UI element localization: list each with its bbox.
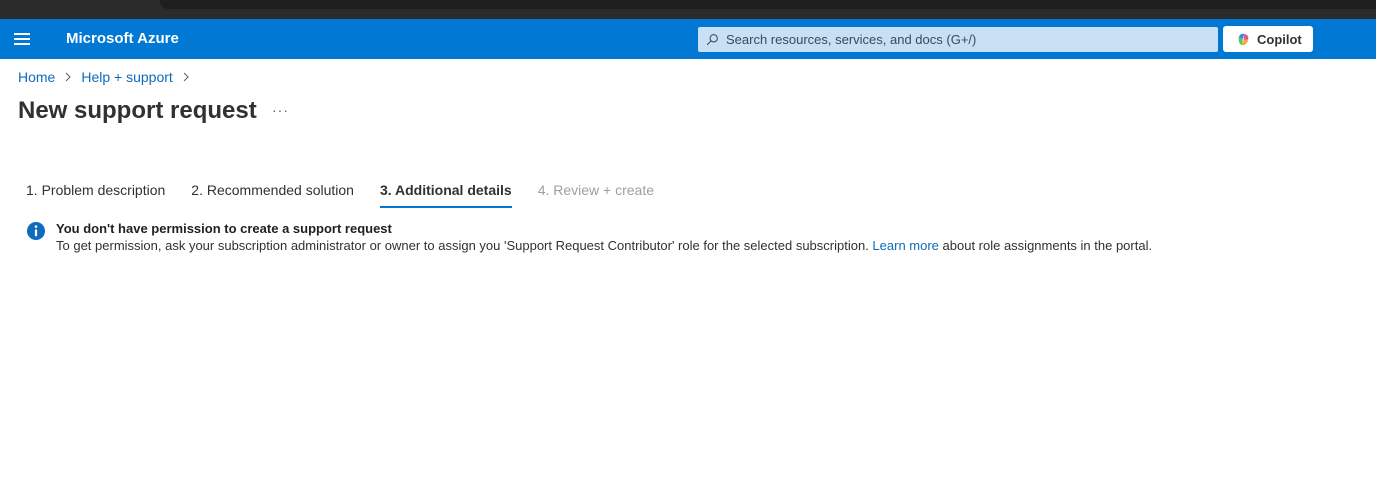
notice-body-text: To get permission, ask your subscription…: [56, 238, 873, 253]
page-title: New support request: [18, 97, 257, 124]
notice-heading: You don't have permission to create a su…: [56, 221, 392, 236]
wizard-tabs: 1. Problem description 2. Recommended so…: [26, 181, 680, 208]
tab-recommended-solution[interactable]: 2. Recommended solution: [191, 181, 354, 208]
chevron-right-icon: [183, 72, 189, 82]
breadcrumb-home[interactable]: Home: [18, 69, 55, 85]
browser-chrome-strip: [0, 0, 1376, 19]
info-icon: [27, 222, 45, 240]
azure-topbar: Microsoft Azure Copilot: [0, 19, 1376, 59]
search-input[interactable]: [726, 27, 1206, 52]
copilot-button[interactable]: Copilot: [1223, 26, 1313, 52]
global-search[interactable]: [698, 27, 1218, 52]
menu-icon[interactable]: [14, 31, 30, 47]
brand-title[interactable]: Microsoft Azure: [66, 30, 179, 48]
search-icon: [706, 34, 718, 46]
notice-body: To get permission, ask your subscription…: [56, 237, 1152, 254]
breadcrumb: Home Help + support: [18, 69, 199, 85]
tab-problem-description[interactable]: 1. Problem description: [26, 181, 165, 208]
tab-additional-details[interactable]: 3. Additional details: [379, 181, 512, 208]
notice-body-text-end: about role assignments in the portal.: [938, 238, 1153, 253]
more-options-button[interactable]: ···: [272, 102, 289, 118]
permission-notice: You don't have permission to create a su…: [26, 221, 1152, 254]
tab-review-create: 4. Review + create: [537, 182, 655, 198]
chevron-right-icon: [66, 72, 72, 82]
copilot-label: Copilot: [1257, 31, 1302, 47]
address-bar: [160, 0, 1376, 9]
copilot-icon: [1238, 33, 1249, 45]
learn-more-link[interactable]: Learn more: [872, 238, 938, 253]
breadcrumb-help-support[interactable]: Help + support: [81, 69, 172, 85]
